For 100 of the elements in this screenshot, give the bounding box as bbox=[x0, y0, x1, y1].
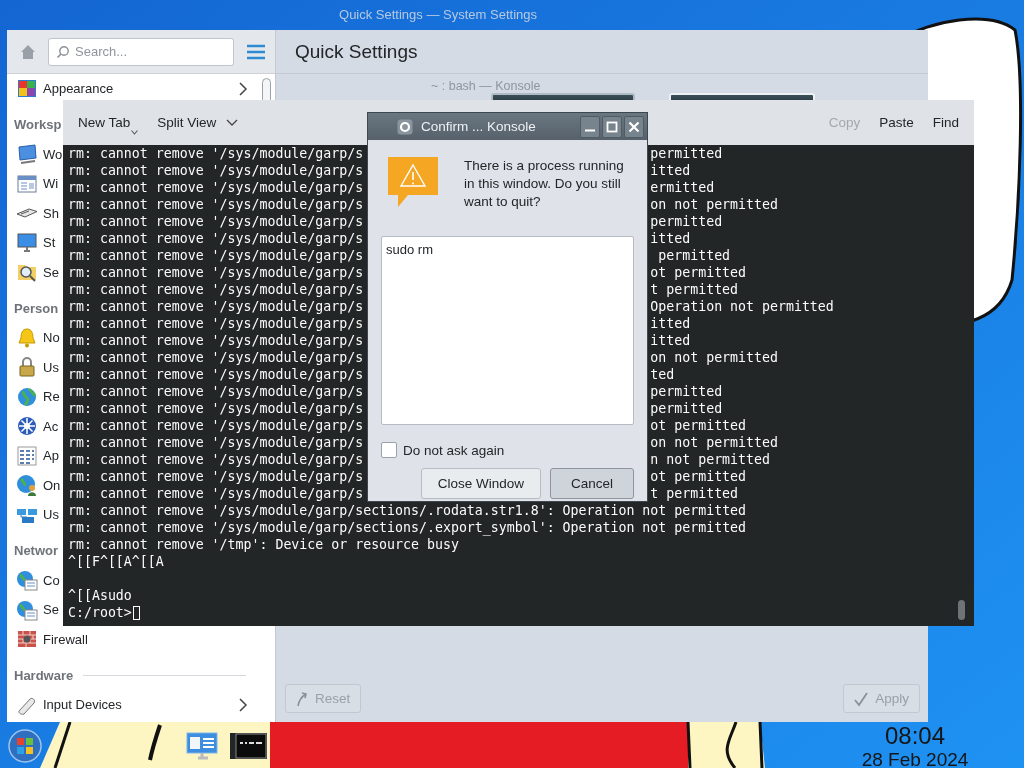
terminal-text: rm: cannot remove '/sys/module/garp/s bbox=[68, 179, 364, 196]
monitor-icon[interactable] bbox=[185, 731, 219, 761]
app-icon bbox=[397, 118, 413, 135]
window-title: Quick Settings — System Settings bbox=[338, 7, 538, 22]
terminal-text: on not permitted bbox=[650, 349, 778, 366]
sidebar-item[interactable]: Us bbox=[7, 352, 59, 382]
terminal-text: rm: cannot remove '/sys/module/garp/s bbox=[68, 349, 364, 366]
dialog-title: Confirm ... Konsole bbox=[421, 119, 536, 134]
sidebar-item[interactable]: Wo bbox=[7, 139, 63, 169]
sidebar-item[interactable]: Input Devices bbox=[7, 690, 256, 720]
close-icon bbox=[628, 120, 640, 133]
checkbox-label: Do not ask again bbox=[403, 442, 505, 458]
sidebar-item[interactable]: Se bbox=[7, 595, 59, 625]
terminal-text: rm: cannot remove '/sys/module/garp/s bbox=[68, 196, 364, 213]
bell-icon bbox=[15, 325, 39, 350]
sidebar-item[interactable]: Ap bbox=[7, 441, 59, 471]
scrollbar-thumb[interactable] bbox=[958, 600, 965, 620]
grid-icon bbox=[15, 443, 39, 468]
arrow-icon bbox=[295, 690, 309, 707]
sidebar-item[interactable]: St bbox=[7, 228, 56, 258]
terminal-text: n not permitted bbox=[650, 451, 770, 468]
sidebar-item[interactable]: Ac bbox=[7, 411, 59, 441]
terminal-text: rm: cannot remove '/sys/module/garp/s bbox=[68, 247, 364, 264]
section-heading: Hardware bbox=[14, 667, 74, 683]
terminal-text: permitted bbox=[650, 213, 723, 230]
sidebar-item[interactable]: On bbox=[7, 470, 61, 500]
toolbar-button[interactable]: Find bbox=[932, 115, 959, 130]
window-title: ~ : bash — Konsole bbox=[431, 79, 541, 93]
terminal-text: itted bbox=[650, 230, 691, 247]
new-tab-button[interactable]: New Tab bbox=[78, 110, 139, 135]
terminal-text: permitted bbox=[650, 145, 723, 162]
chevron-right-icon bbox=[238, 81, 248, 96]
close-button[interactable] bbox=[624, 115, 644, 138]
terminal-text: ot permitted bbox=[650, 468, 747, 485]
sidebar-item[interactable]: Se bbox=[7, 257, 59, 287]
terminal-text: rm: cannot remove '/sys/module/garp/s bbox=[68, 213, 364, 230]
terminal-text: rm: cannot remove '/sys/module/garp/s bbox=[68, 145, 364, 162]
terminal-text: rm: cannot remove '/sys/module/garp/s bbox=[68, 298, 364, 315]
checkmark-icon bbox=[853, 690, 870, 707]
sidebar-item[interactable]: Co bbox=[7, 565, 60, 595]
terminal-text: ermitted bbox=[650, 179, 715, 196]
terminal-text: t permitted bbox=[650, 281, 739, 298]
terminal-text: rm: cannot remove '/sys/module/garp/s bbox=[68, 366, 364, 383]
terminal-text: rm: cannot remove '/sys/module/garp/s bbox=[68, 434, 364, 451]
terminal-text: rm: cannot remove '/sys/module/garp/s bbox=[68, 332, 364, 349]
terminal-text: rm: cannot remove '/sys/module/garp/s bbox=[68, 468, 364, 485]
caret-icon bbox=[131, 130, 139, 135]
terminal-text: rm: cannot remove '/sys/module/garp/s bbox=[68, 162, 364, 179]
terminal-text: permitted bbox=[657, 247, 731, 264]
globe-figure-icon bbox=[15, 473, 39, 498]
dialog-button[interactable]: Close Window bbox=[420, 468, 541, 499]
terminal-text: rm: cannot remove '/sys/module/garp/s bbox=[68, 383, 364, 400]
clock-time: 08:04 bbox=[883, 723, 947, 749]
toolbar-button[interactable]: Paste bbox=[879, 115, 914, 130]
monitor-icon bbox=[15, 230, 39, 255]
terminal-text: Operation not permitted bbox=[650, 298, 834, 315]
sidebar-item[interactable]: Appearance bbox=[7, 74, 256, 104]
terminal-text: ot permitted bbox=[650, 417, 747, 434]
terminal-text: rm: cannot remove '/sys/module/garp/s bbox=[68, 264, 364, 281]
maximize-icon bbox=[606, 120, 618, 133]
terminal-text: rm: cannot remove '/sys/module/garp/s bbox=[68, 400, 364, 417]
sidebar-item[interactable]: No bbox=[7, 323, 60, 353]
maximize-button[interactable] bbox=[602, 115, 622, 138]
terminal-icon[interactable] bbox=[230, 733, 267, 759]
terminal-text: ot permitted bbox=[650, 264, 747, 281]
section-heading: Person bbox=[14, 300, 59, 316]
page-title: Quick Settings bbox=[295, 40, 418, 63]
minimize-icon bbox=[584, 128, 596, 132]
terminal-text: rm: cannot remove '/sys/module/garp/s bbox=[68, 451, 364, 468]
sidebar-item[interactable]: Us bbox=[7, 500, 59, 530]
desktop-icon bbox=[15, 142, 39, 167]
terminal-text: rm: cannot remove '/tmp': Device or resource busy bbox=[68, 536, 459, 553]
terminal-text: ted bbox=[650, 366, 675, 383]
sidebar-item[interactable]: Re bbox=[7, 382, 60, 412]
globe-window-icon bbox=[15, 568, 39, 593]
terminal-text: itted bbox=[650, 332, 691, 349]
section-heading: Networ bbox=[14, 543, 59, 558]
sidebar-item[interactable]: Firewall bbox=[7, 624, 88, 654]
menu-icon[interactable] bbox=[246, 42, 266, 61]
terminal-text: on not permitted bbox=[650, 196, 778, 213]
start-orb-icon[interactable] bbox=[8, 729, 42, 763]
sidebar-item[interactable]: Wi bbox=[7, 169, 59, 199]
dialog-button[interactable]: Cancel bbox=[549, 468, 634, 499]
home-icon[interactable] bbox=[19, 42, 37, 61]
dialog-message: There is a process running in this window. Do you still want to quit? bbox=[464, 157, 625, 211]
sidebar-item[interactable]: Sh bbox=[7, 198, 59, 228]
text-area[interactable]: sudo rm bbox=[381, 236, 634, 425]
terminal-text: on not permitted bbox=[650, 434, 778, 451]
terminal-text: rm: cannot remove '/sys/module/garp/s bbox=[68, 230, 364, 247]
terminal-text: rm: cannot remove '/sys/module/garp/s bbox=[68, 485, 364, 502]
terminal-text: itted bbox=[650, 315, 691, 332]
clock-date: 28 Feb 2024 bbox=[860, 749, 970, 768]
search-field[interactable]: Search... bbox=[48, 37, 234, 66]
minimize-button[interactable] bbox=[580, 115, 600, 138]
chevron-right-icon bbox=[238, 697, 248, 712]
terminal-prompt: C:/root> bbox=[68, 604, 132, 621]
terminal-text: t permitted bbox=[650, 485, 739, 502]
split-view-button[interactable]: Split View bbox=[157, 115, 239, 130]
checkbox[interactable] bbox=[381, 442, 397, 458]
terminal-text: rm: cannot remove '/sys/module/garp/sections/.rodata.str1.8': Operation not permitted bbox=[68, 502, 747, 519]
